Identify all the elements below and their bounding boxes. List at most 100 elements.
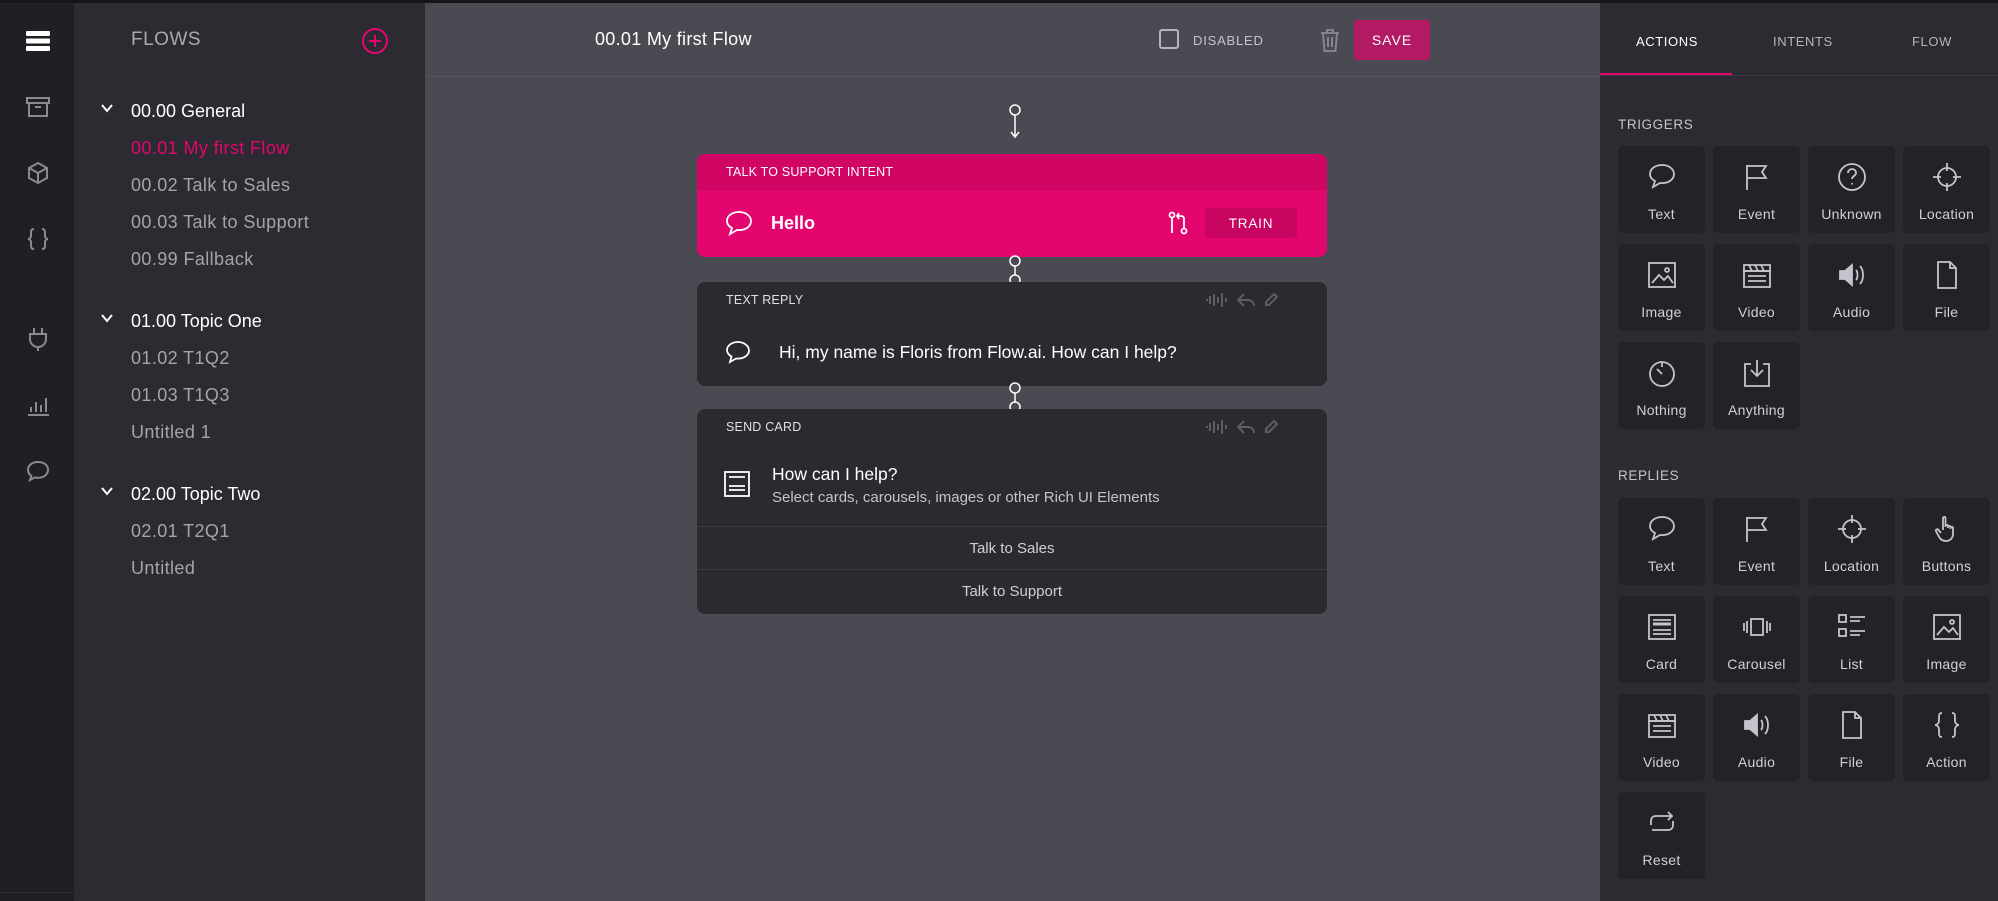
flow-group-header[interactable]: 02.00 Topic Two bbox=[75, 479, 425, 513]
icon-rail bbox=[0, 3, 75, 901]
menu-icon[interactable] bbox=[20, 23, 56, 59]
waveform-icon[interactable] bbox=[1205, 292, 1229, 308]
flow-item[interactable]: 00.99 Fallback bbox=[75, 241, 425, 278]
crosshair-icon bbox=[1933, 163, 1961, 191]
tile-label: Audio bbox=[1832, 304, 1871, 320]
tab-actions[interactable]: ACTIONS bbox=[1636, 34, 1698, 49]
speaker-icon bbox=[1839, 263, 1864, 287]
file-icon bbox=[1937, 261, 1957, 289]
reply-video-tile[interactable]: Video bbox=[1618, 694, 1705, 781]
tile-label: Buttons bbox=[1921, 558, 1972, 574]
reply-event-tile[interactable]: Event bbox=[1713, 498, 1800, 585]
reply-action-tile[interactable]: Action bbox=[1903, 694, 1990, 781]
flow-item[interactable]: 00.02 Talk to Sales bbox=[75, 167, 425, 204]
tile-label: Audio bbox=[1737, 754, 1776, 770]
tile-label: File bbox=[1934, 304, 1959, 320]
speaker-icon bbox=[1744, 713, 1769, 737]
actions-panel: ACTIONS INTENTS FLOW TRIGGERS Text Event… bbox=[1600, 3, 1998, 901]
chevron-down-icon bbox=[101, 104, 113, 113]
chat-icon[interactable] bbox=[20, 453, 56, 489]
flow-group: 02.00 Topic Two 02.01 T2Q1 Untitled bbox=[75, 479, 425, 587]
reply-icon[interactable] bbox=[1237, 292, 1255, 308]
reply-file-tile[interactable]: File bbox=[1808, 694, 1895, 781]
flow-item[interactable]: Untitled bbox=[75, 550, 425, 587]
reply-audio-tile[interactable]: Audio bbox=[1713, 694, 1800, 781]
chevron-down-icon bbox=[101, 487, 113, 496]
trigger-audio-tile[interactable]: Audio bbox=[1808, 244, 1895, 331]
intent-card[interactable]: TALK TO SUPPORT INTENT Hello TRAIN bbox=[697, 154, 1327, 257]
start-connector bbox=[1009, 104, 1021, 139]
tab-active-indicator bbox=[1600, 73, 1732, 75]
trigger-video-tile[interactable]: Video bbox=[1713, 244, 1800, 331]
send-card-subtitle: Select cards, carousels, images or other… bbox=[772, 489, 1160, 506]
reply-location-tile[interactable]: Location bbox=[1808, 498, 1895, 585]
flag-icon bbox=[1746, 165, 1768, 190]
flow-item[interactable]: 02.01 T2Q1 bbox=[75, 513, 425, 550]
download-icon bbox=[1744, 360, 1770, 387]
waveform-icon[interactable] bbox=[1205, 419, 1229, 435]
reply-card-tile[interactable]: Card bbox=[1618, 596, 1705, 683]
flow-item[interactable]: 01.03 T1Q3 bbox=[75, 377, 425, 414]
file-icon bbox=[1842, 711, 1862, 739]
flow-item[interactable]: 00.01 My first Flow bbox=[75, 130, 425, 167]
tile-label: Card bbox=[1645, 656, 1678, 672]
send-card[interactable]: SEND CARD How can I help? Select cards, … bbox=[697, 409, 1327, 614]
trigger-file-tile[interactable]: File bbox=[1903, 244, 1990, 331]
trigger-event-tile[interactable]: Event bbox=[1713, 146, 1800, 233]
tile-label: Action bbox=[1926, 754, 1967, 770]
trash-icon[interactable] bbox=[1319, 27, 1341, 53]
reply-icon[interactable] bbox=[1237, 419, 1255, 435]
tile-label: Location bbox=[1918, 206, 1975, 222]
flow-group-header[interactable]: 01.00 Topic One bbox=[75, 306, 425, 340]
plug-icon[interactable] bbox=[20, 321, 56, 357]
question-icon bbox=[1838, 163, 1866, 191]
reset-icon bbox=[1650, 811, 1674, 831]
tab-intents[interactable]: INTENTS bbox=[1773, 34, 1833, 49]
archive-icon[interactable] bbox=[20, 89, 56, 125]
tab-flow[interactable]: FLOW bbox=[1912, 34, 1952, 49]
card-button[interactable]: Talk to Sales bbox=[697, 526, 1327, 569]
flow-item[interactable]: 00.03 Talk to Support bbox=[75, 204, 425, 241]
reply-image-tile[interactable]: Image bbox=[1903, 596, 1990, 683]
list-icon bbox=[1838, 614, 1865, 637]
trigger-image-tile[interactable]: Image bbox=[1618, 244, 1705, 331]
send-card-title: How can I help? bbox=[772, 464, 898, 484]
tile-label: Anything bbox=[1728, 402, 1785, 418]
save-button[interactable]: SAVE bbox=[1354, 20, 1430, 60]
reply-text-tile[interactable]: Text bbox=[1618, 498, 1705, 585]
trigger-text-tile[interactable]: Text bbox=[1618, 146, 1705, 233]
reply-carousel-tile[interactable]: Carousel bbox=[1713, 596, 1800, 683]
cube-icon[interactable] bbox=[20, 155, 56, 191]
flow-group-name: 00.00 General bbox=[131, 101, 246, 121]
card-button[interactable]: Talk to Support bbox=[697, 569, 1327, 612]
trigger-anything-tile[interactable]: Anything bbox=[1713, 342, 1800, 429]
card-icon bbox=[1648, 614, 1676, 640]
text-reply-card[interactable]: TEXT REPLY Hi, my name is Floris from Fl… bbox=[697, 282, 1327, 386]
analytics-icon[interactable] bbox=[20, 387, 56, 423]
edit-icon[interactable] bbox=[1263, 292, 1279, 308]
trigger-nothing-tile[interactable]: Nothing bbox=[1618, 342, 1705, 429]
speech-bubble-icon bbox=[726, 341, 750, 364]
add-flow-icon[interactable] bbox=[361, 27, 389, 55]
flow-group-name: 01.00 Topic One bbox=[131, 311, 262, 331]
tile-label: Video bbox=[1642, 754, 1681, 770]
reply-buttons-tile[interactable]: Buttons bbox=[1903, 498, 1990, 585]
edit-icon[interactable] bbox=[1263, 419, 1279, 435]
image-icon bbox=[1648, 262, 1676, 288]
flow-group-name: 02.00 Topic Two bbox=[131, 484, 261, 504]
flow-group: 01.00 Topic One 01.02 T1Q2 01.03 T1Q3 Un… bbox=[75, 306, 425, 451]
clapperboard-icon bbox=[1743, 264, 1771, 288]
flow-canvas[interactable]: 00.01 My first Flow DISABLED SAVE TALK T… bbox=[425, 3, 1600, 901]
braces-icon[interactable] bbox=[20, 221, 56, 257]
reply-reset-tile[interactable]: Reset bbox=[1618, 792, 1705, 879]
trigger-unknown-tile[interactable]: Unknown bbox=[1808, 146, 1895, 233]
tile-label: Unknown bbox=[1821, 206, 1882, 222]
flow-item[interactable]: 01.02 T1Q2 bbox=[75, 340, 425, 377]
trigger-location-tile[interactable]: Location bbox=[1903, 146, 1990, 233]
flow-item[interactable]: Untitled 1 bbox=[75, 414, 425, 451]
disabled-checkbox[interactable] bbox=[1159, 29, 1179, 49]
flow-group-header[interactable]: 00.00 General bbox=[75, 96, 425, 130]
branch-icon[interactable] bbox=[1167, 211, 1189, 235]
reply-list-tile[interactable]: List bbox=[1808, 596, 1895, 683]
train-button[interactable]: TRAIN bbox=[1205, 208, 1297, 238]
